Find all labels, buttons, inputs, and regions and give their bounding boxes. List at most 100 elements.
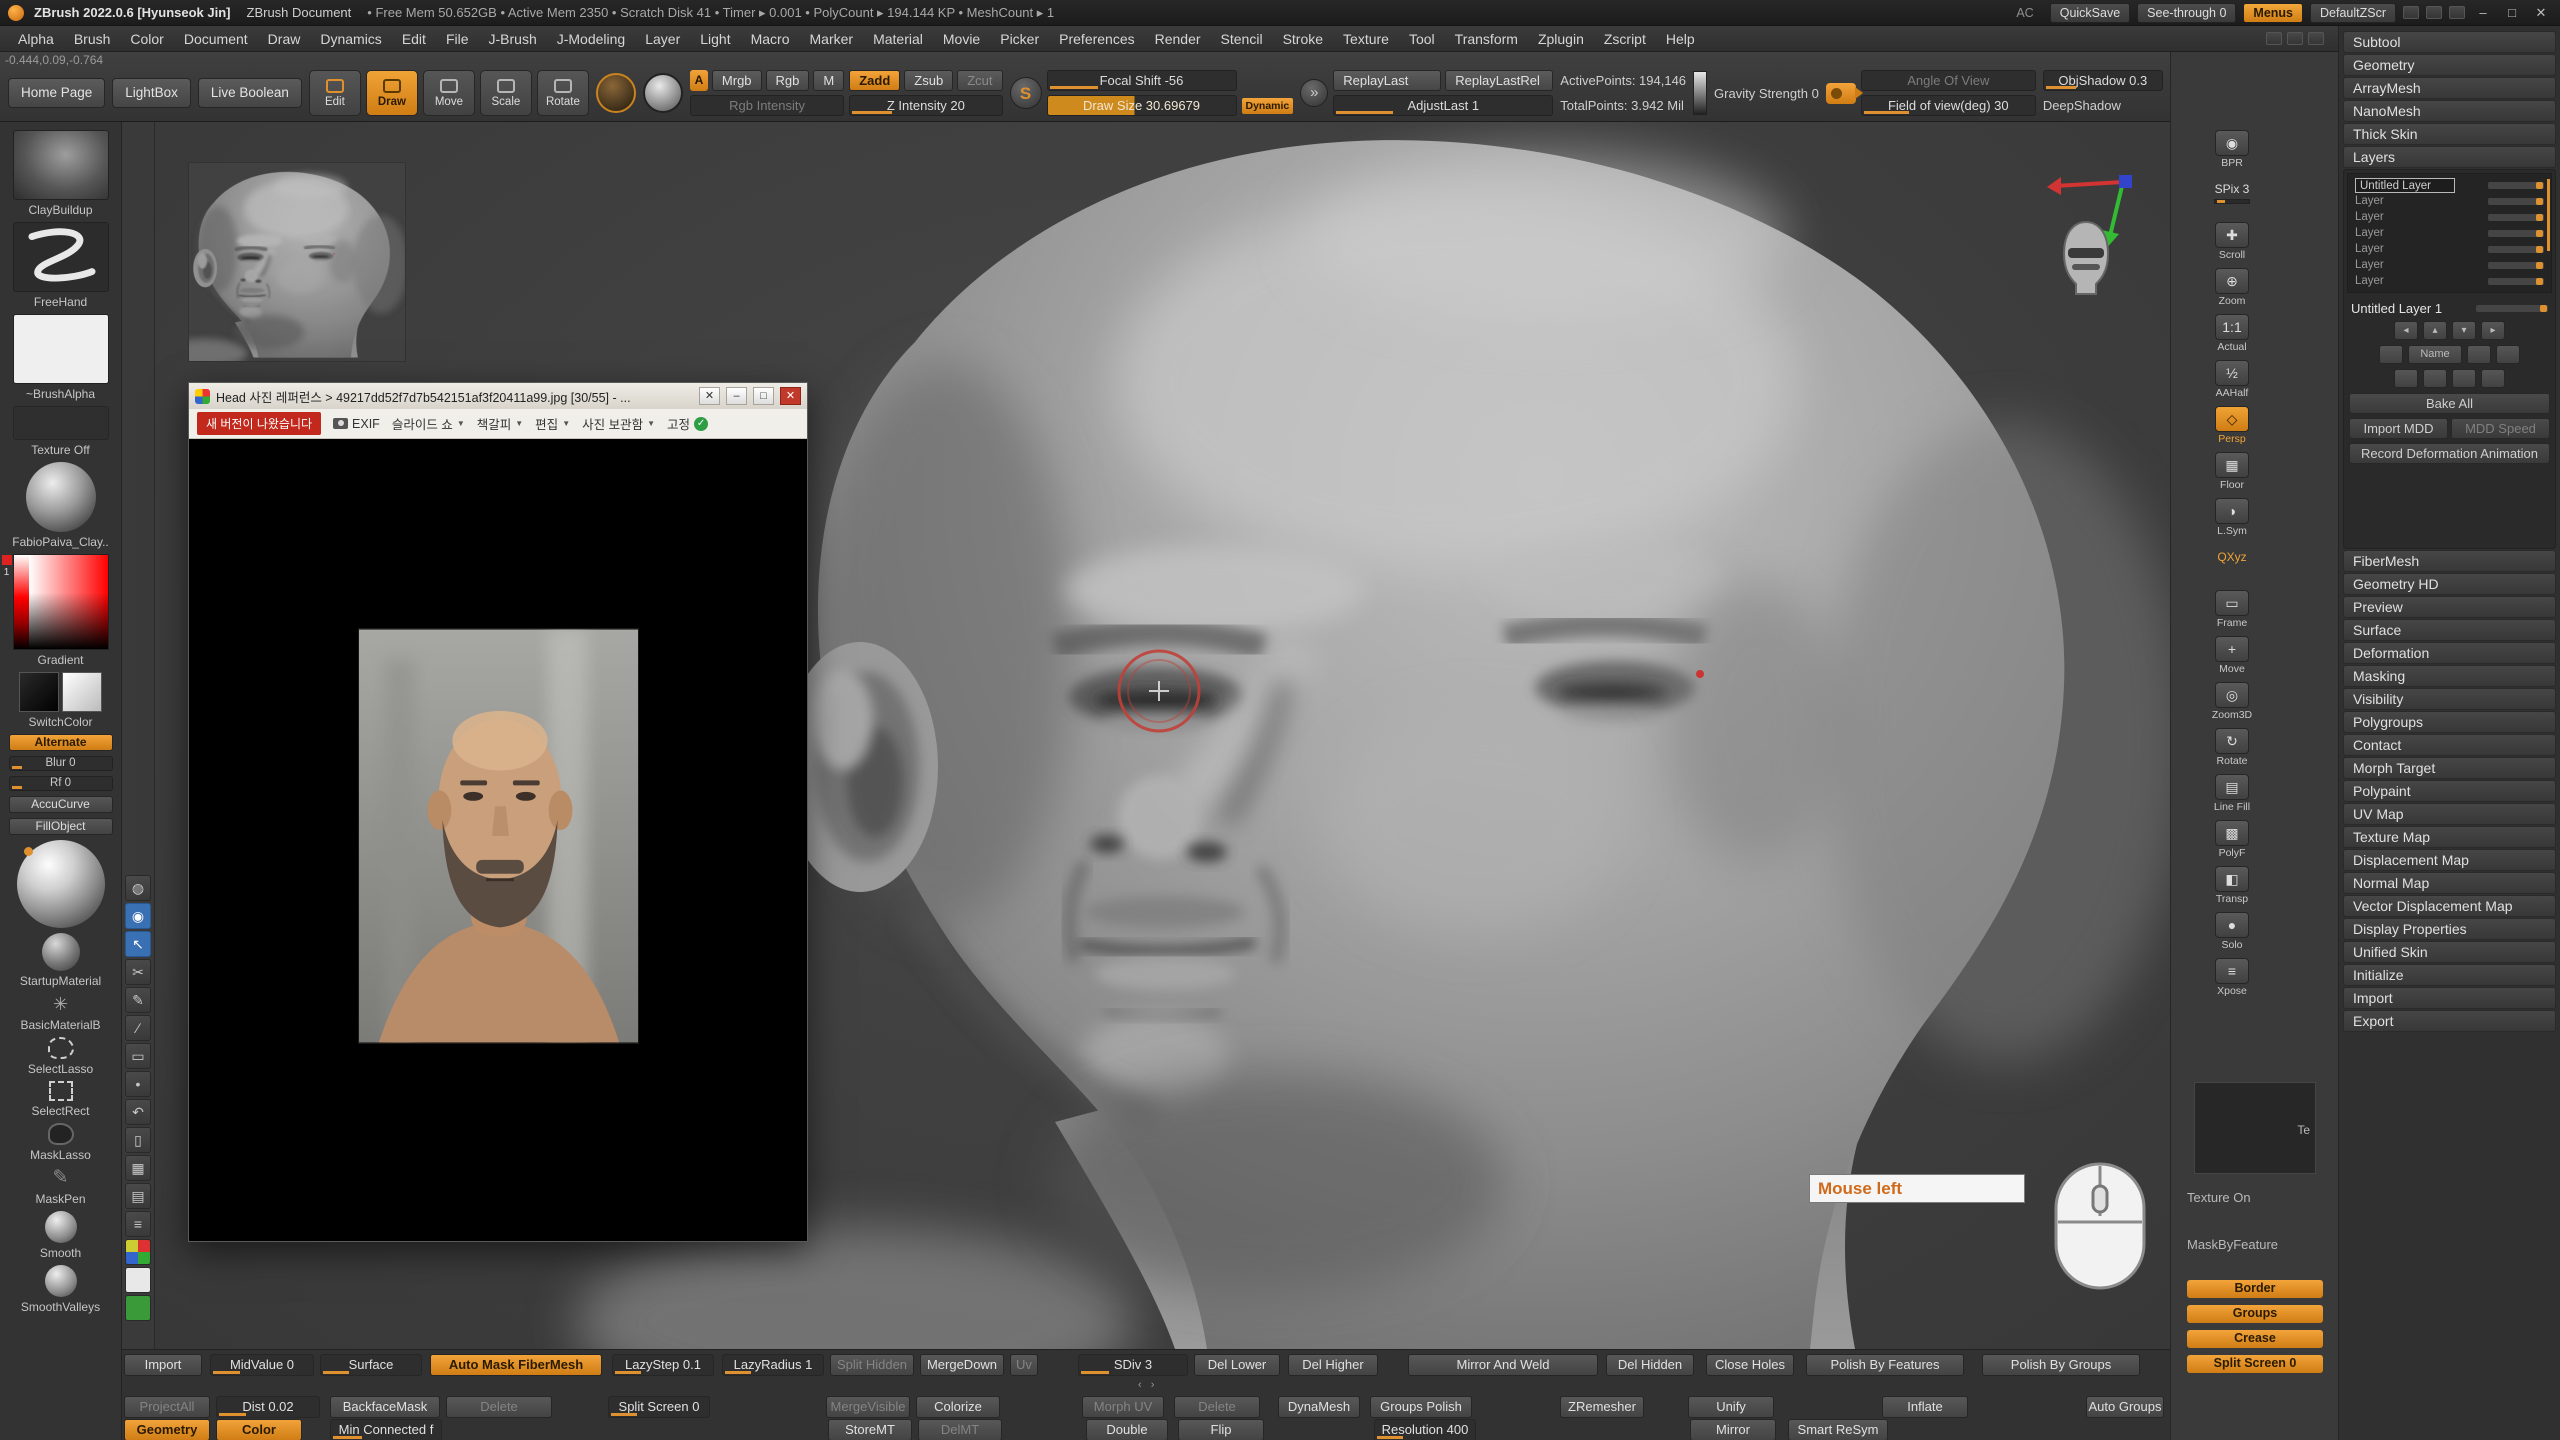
menu-material[interactable]: Material [863,28,933,50]
layer-arrow-button[interactable]: ◂ [2394,321,2418,340]
bottom-lazystep-0-1[interactable]: LazyStep 0.1 [612,1354,714,1376]
section-thick-skin[interactable]: Thick Skin [2343,123,2556,145]
bottom-mirror[interactable]: Mirror [1690,1419,1776,1440]
ruler-icon[interactable]: ∕ [125,1015,151,1041]
menu-tool[interactable]: Tool [1399,28,1445,50]
deep-shadow-label[interactable]: DeepShadow [2043,95,2163,116]
saturation-field[interactable] [29,555,108,649]
z-intensity-slider[interactable]: Z Intensity 20 [849,95,1002,116]
bottom-polish-by-groups[interactable]: Polish By Groups [1982,1354,2140,1376]
layer-row[interactable]: Layer [2351,273,2548,289]
shelf-line-fill[interactable]: ▤Line Fill [2197,774,2267,820]
texture-preview[interactable]: Te [2194,1082,2316,1174]
grid-icon[interactable]: ▦ [125,1155,151,1181]
brush-sphere-smooth[interactable] [45,1211,77,1243]
mode-scale-button[interactable]: Scale [480,70,532,116]
material-sphere-startupmaterial[interactable] [42,933,80,971]
bottom-lazyradius-1[interactable]: LazyRadius 1 [722,1354,824,1376]
draw-size-slider[interactable]: Draw Size 30.69679 [1047,95,1237,116]
menu-help[interactable]: Help [1656,28,1705,50]
bottom-zremesher[interactable]: ZRemesher [1560,1396,1644,1418]
shelf-persp[interactable]: ◇Persp [2197,406,2267,452]
bottom-smart-resym[interactable]: Smart ReSym [1788,1419,1888,1440]
ui-divider-icon[interactable] [2426,6,2442,19]
trash-icon[interactable]: ▯ [125,1127,151,1153]
bottom-delete[interactable]: Delete [446,1396,552,1418]
bottom-mergedown[interactable]: MergeDown [920,1354,1004,1376]
layer-arrow-button[interactable]: ▸ [2481,321,2505,340]
zadd-button[interactable]: Zadd [849,70,900,91]
shelf-transp[interactable]: ◧Transp [2197,866,2267,912]
menu-marker[interactable]: Marker [800,28,864,50]
minimize-button[interactable]: – [2472,5,2494,20]
record-deformation-button[interactable]: Record Deformation Animation [2349,443,2550,464]
new-version-badge[interactable]: 새 버전이 나왔습니다 [197,412,321,435]
bottom-double[interactable]: Double [1086,1419,1168,1440]
zsub-button[interactable]: Zsub [904,70,953,91]
section-fibermesh[interactable]: FiberMesh [2343,550,2556,572]
document-icon[interactable]: ▤ [125,1183,151,1209]
shelf-zoom3d[interactable]: ◎Zoom3D [2197,682,2267,728]
scissors-icon[interactable]: ✂ [125,959,151,985]
mode-move-button[interactable]: Move [423,70,475,116]
bottom-morph-uv[interactable]: Morph UV [1082,1396,1164,1418]
bottom-flip[interactable]: Flip [1178,1419,1264,1440]
bottom-del-hidden[interactable]: Del Hidden [1606,1354,1694,1376]
bottom-colorize[interactable]: Colorize [916,1396,1000,1418]
alpha-thumb[interactable] [13,314,109,384]
rgb-button[interactable]: Rgb [766,70,810,91]
current-stroke-icon[interactable] [643,73,683,113]
gravity-strength-slider[interactable]: Gravity Strength 0 [1714,83,1819,104]
layer-delete-button[interactable] [2496,345,2520,364]
zcut-button[interactable]: Zcut [957,70,1002,91]
pw-menu-item[interactable]: 편집▼ [535,414,570,433]
layer-opacity-slider[interactable] [2488,246,2544,253]
bottom-split-screen-0[interactable]: Split Screen 0 [608,1396,710,1418]
texture-button-groups[interactable]: Groups [2187,1305,2323,1323]
home-page-button[interactable]: Home Page [8,78,105,108]
menu-transform[interactable]: Transform [1445,28,1528,50]
mask-by-feature-label[interactable]: MaskByFeature [2177,1237,2333,1252]
mrgb-button[interactable]: Mrgb [712,70,762,91]
tray-divider-handle[interactable]: ‹ › [1138,1379,1157,1391]
focal-shift-slider[interactable]: Focal Shift -56 [1047,70,1237,91]
camera-icon[interactable] [1826,83,1856,104]
section-vector-displacement-map[interactable]: Vector Displacement Map [2343,895,2556,917]
shelf-xpose[interactable]: ≡Xpose [2197,958,2267,1004]
photo-content[interactable] [189,439,807,1241]
bottom-auto-mask-fibermesh[interactable]: Auto Mask FiberMesh [430,1354,602,1376]
layer-row[interactable]: Layer [2351,225,2548,241]
bottom-del-lower[interactable]: Del Lower [1194,1354,1280,1376]
hide-ui-icon[interactable] [2266,32,2282,45]
section-arraymesh[interactable]: ArrayMesh [2343,77,2556,99]
tray-button-accucurve[interactable]: AccuCurve [9,796,113,813]
bottom-dynamesh[interactable]: DynaMesh [1278,1396,1360,1418]
menu-preferences[interactable]: Preferences [1049,28,1144,50]
section-geometry-hd[interactable]: Geometry HD [2343,573,2556,595]
close-button[interactable]: ✕ [2530,5,2552,21]
brush-thumb-freehand[interactable] [13,222,109,292]
default-zscript-button[interactable]: DefaultZScr [2310,3,2396,23]
section-uv-map[interactable]: UV Map [2343,803,2556,825]
layer-row[interactable]: Layer [2351,241,2548,257]
obj-shadow-slider[interactable]: ObjShadow 0.3 [2043,70,2163,91]
maximize-button[interactable]: □ [2501,5,2523,20]
replay-icon[interactable] [1300,79,1328,107]
layer-merge-button[interactable] [2394,369,2418,388]
section-unified-skin[interactable]: Unified Skin [2343,941,2556,963]
bottom-surface[interactable]: Surface [320,1354,422,1376]
layer-split-button[interactable] [2423,369,2447,388]
layer-rename-input[interactable]: Untitled Layer [2355,178,2455,193]
shelf-spix-3[interactable]: SPix 3 [2197,176,2267,222]
rgb-swatch[interactable] [125,1239,151,1265]
menu-macro[interactable]: Macro [741,28,800,50]
bottom-delete[interactable]: Delete [1174,1396,1260,1418]
mode-edit-button[interactable]: Edit [309,70,361,116]
light-icon[interactable]: ◍ [125,875,151,901]
shelf-qxyz[interactable]: QXyz [2197,544,2267,590]
shelf-bpr[interactable]: ◉BPR [2197,130,2267,176]
section-geometry[interactable]: Geometry [2343,54,2556,76]
shelf-floor[interactable]: ▦Floor [2197,452,2267,498]
section-displacement-map[interactable]: Displacement Map [2343,849,2556,871]
mode-rotate-button[interactable]: Rotate [537,70,589,116]
